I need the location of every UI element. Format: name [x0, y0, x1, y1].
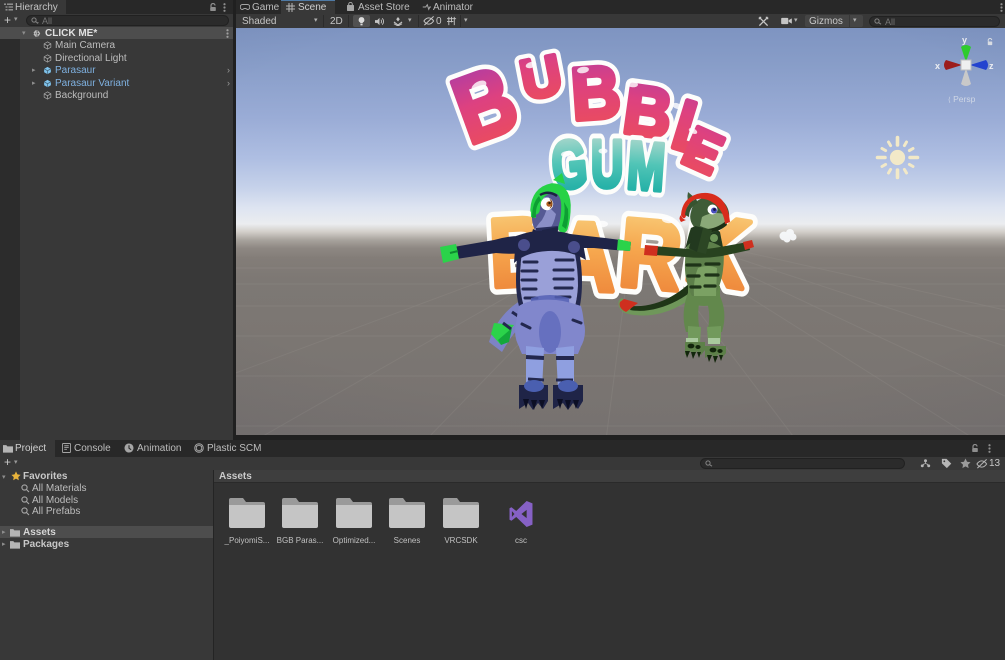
svg-text:U: U [515, 42, 567, 112]
svg-text:x: x [935, 61, 940, 71]
svg-text:B: B [440, 46, 530, 164]
svg-text:M: M [625, 128, 667, 206]
svg-text:y: y [962, 35, 967, 45]
svg-text:z: z [989, 61, 994, 71]
svg-text:B: B [568, 51, 623, 137]
svg-text:U: U [591, 127, 623, 202]
